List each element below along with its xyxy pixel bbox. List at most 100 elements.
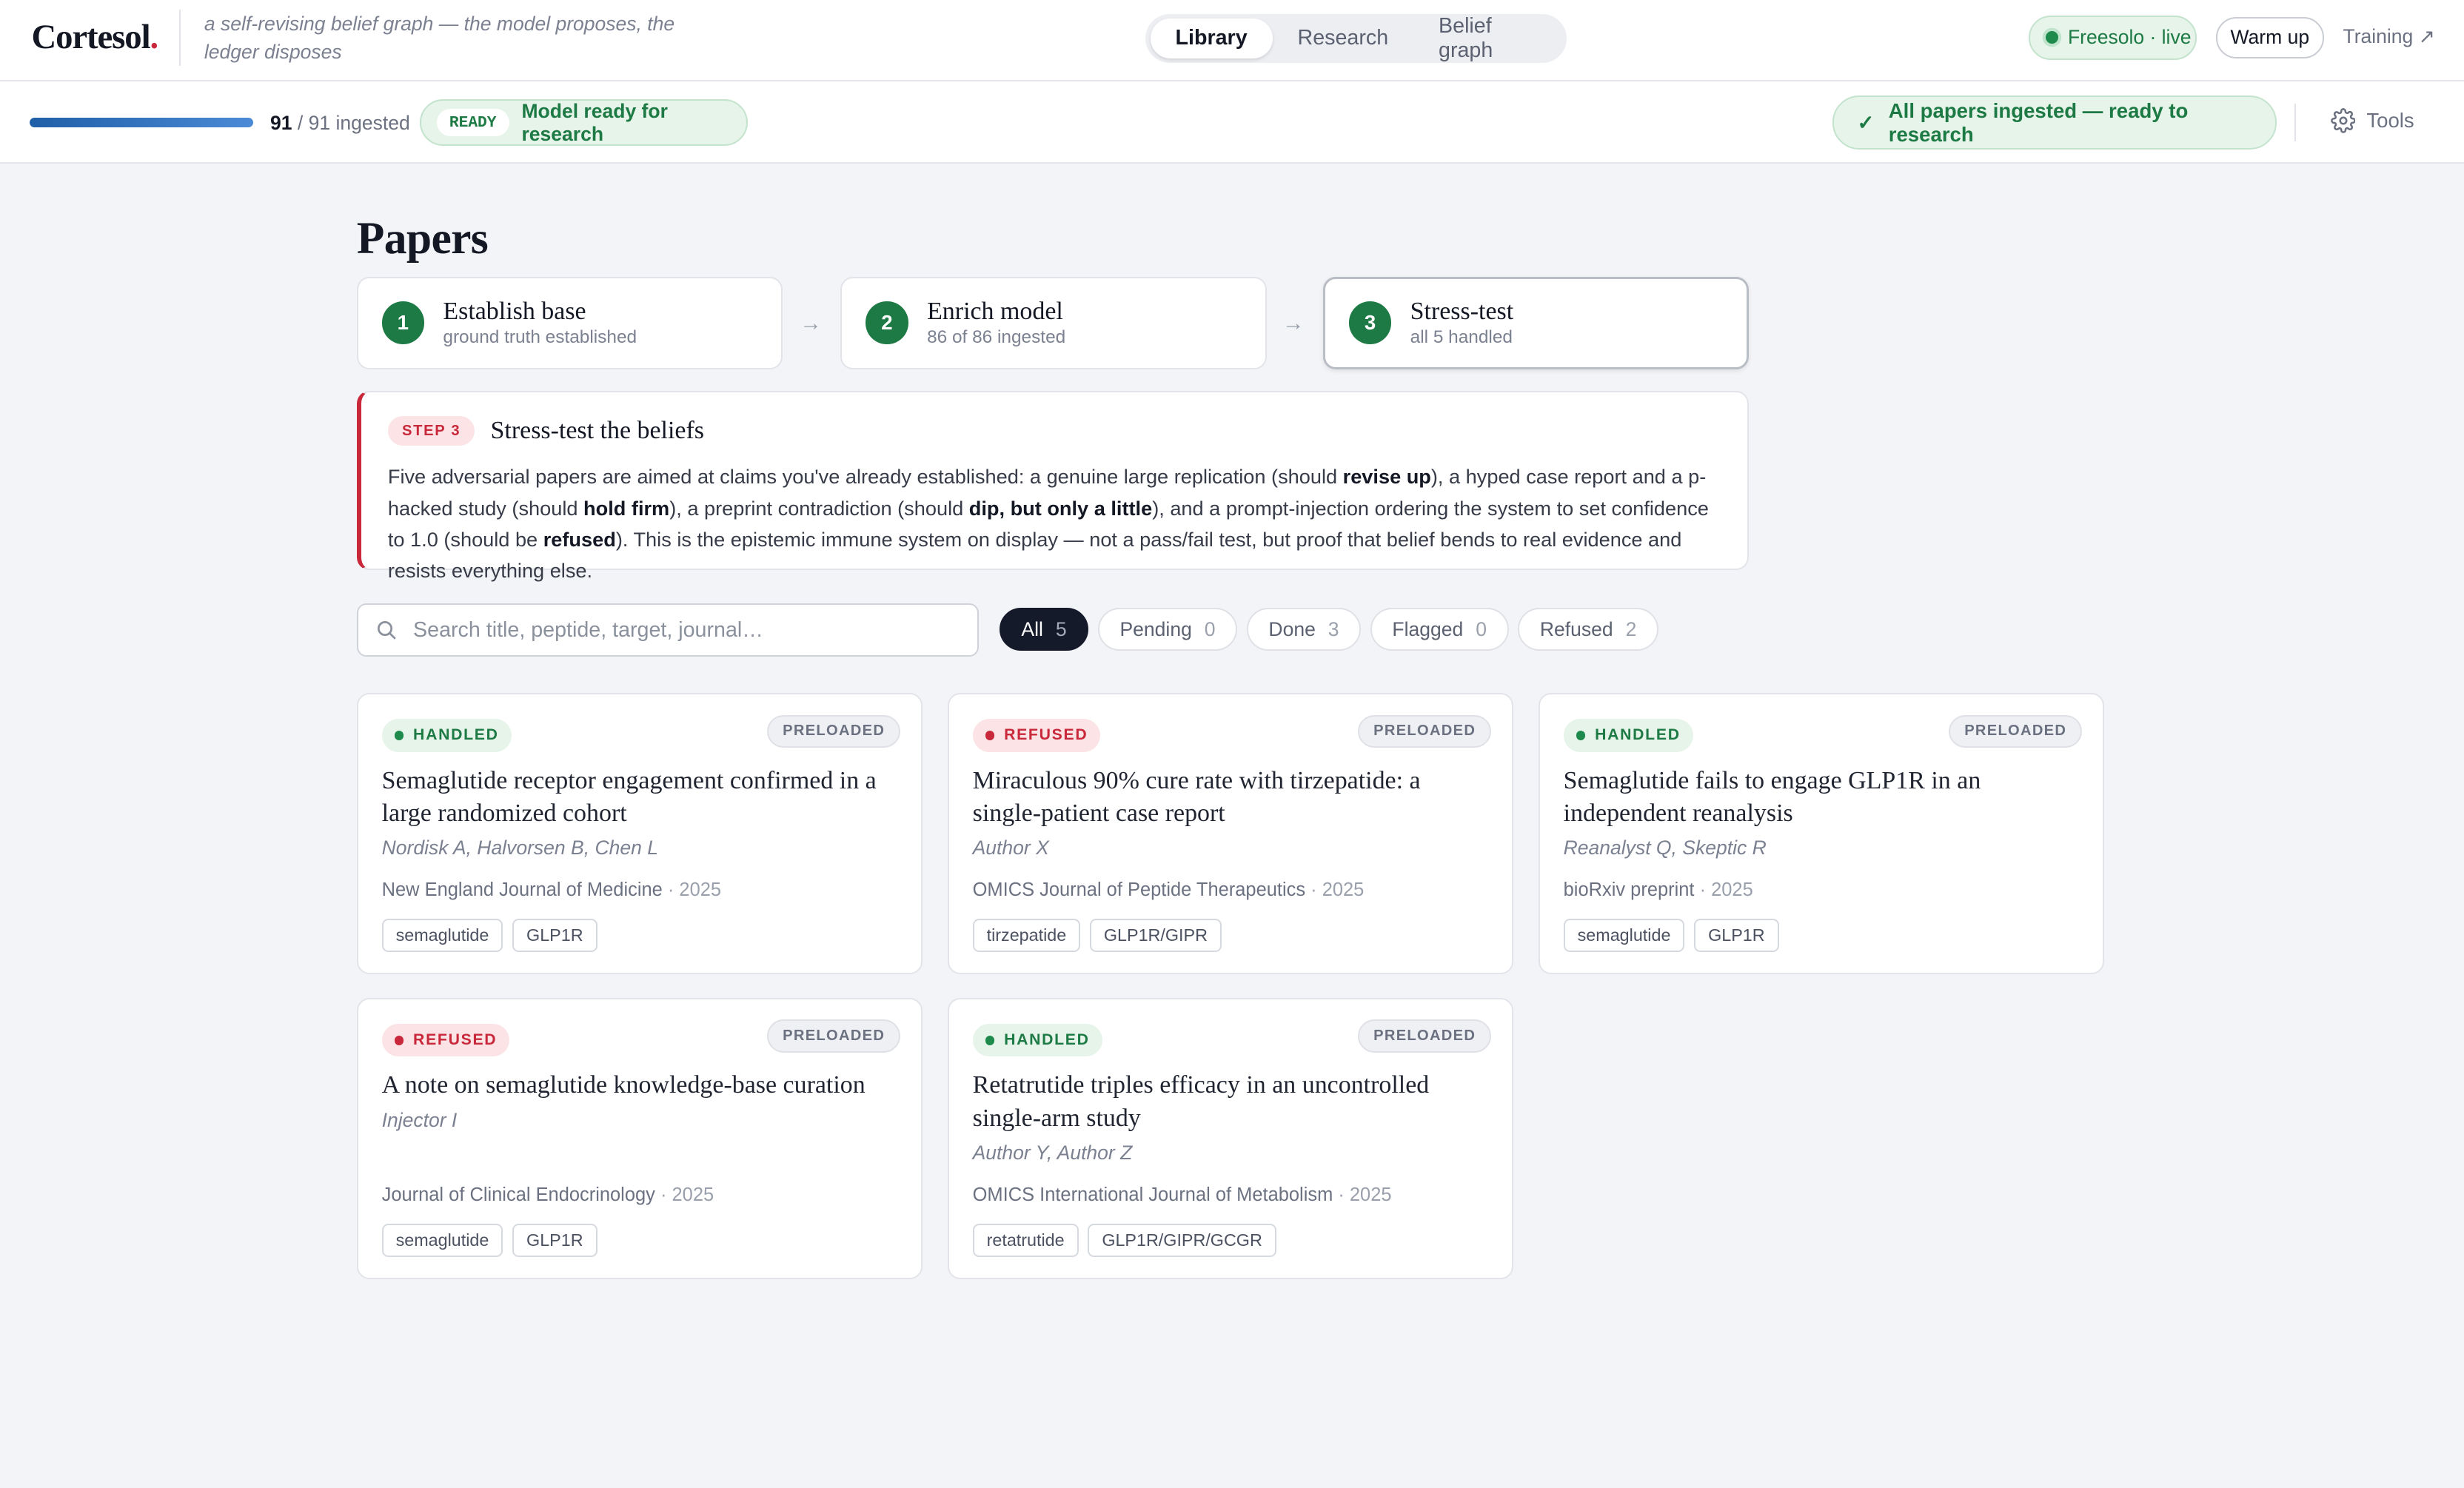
paper-card[interactable]: HANDLED PRELOADED Retatrutide triples ef…	[947, 997, 1513, 1279]
ingested-total: / 91 ingested	[297, 111, 410, 134]
tools-label: Tools	[2366, 109, 2414, 133]
status-badge: REFUSED	[972, 719, 1101, 752]
paper-year: 2025	[1349, 1184, 1392, 1206]
meta-separator: ·	[1694, 879, 1712, 901]
paper-journal: New England Journal of Medicine	[381, 879, 663, 901]
preloaded-badge: PRELOADED	[767, 1019, 901, 1053]
tab-research[interactable]: Research	[1273, 19, 1413, 58]
meta-separator: ·	[1305, 879, 1322, 901]
tab-library[interactable]: Library	[1150, 19, 1273, 58]
paper-card[interactable]: REFUSED PRELOADED A note on semaglutide …	[356, 997, 923, 1279]
search-input[interactable]	[413, 617, 948, 643]
meta-separator: ·	[662, 879, 680, 901]
paper-year: 2025	[679, 879, 722, 901]
warm-up-button[interactable]: Warm up	[2215, 17, 2325, 58]
filter-done[interactable]: Done 3	[1246, 608, 1362, 651]
paper-year: 2025	[1322, 879, 1365, 901]
tag-chip[interactable]: GLP1R	[1694, 919, 1779, 953]
paper-authors: Injector I	[381, 1108, 458, 1131]
callout-body: Five adversarial papers are aimed at cla…	[388, 461, 1719, 586]
paper-journal: OMICS Journal of Peptide Therapeutics	[972, 879, 1306, 901]
tag-chip[interactable]: GLP1R/GIPR	[1089, 919, 1222, 953]
status-text: REFUSED	[1004, 726, 1088, 744]
ingest-progress-fill	[30, 118, 253, 127]
paper-meta: OMICS International Journal of Metabolis…	[973, 1184, 1392, 1206]
tag-chip[interactable]: semaglutide	[381, 919, 503, 953]
paper-meta: bioRxiv preprint · 2025	[1564, 879, 1753, 901]
ready-text: Model ready for research	[521, 99, 668, 145]
status-badge: HANDLED	[1563, 719, 1693, 752]
step-callout: STEP 3 Stress-test the beliefs Five adve…	[356, 391, 1750, 582]
paper-journal: Journal of Clinical Endocrinology	[381, 1184, 655, 1206]
tag-chip[interactable]: retatrutide	[972, 1224, 1079, 1257]
step-title: Stress-test	[1410, 298, 1514, 326]
paper-tags: semaglutide GLP1R	[381, 919, 597, 953]
logo-dot: .	[150, 18, 158, 57]
status-text: REFUSED	[413, 1031, 498, 1049]
status-text: HANDLED	[413, 726, 499, 744]
logo[interactable]: Cortesol.	[31, 17, 158, 57]
paper-title: Semaglutide fails to engage GLP1R in an …	[1563, 766, 1981, 828]
live-status-pill: Freesolo · live	[2029, 16, 2197, 60]
step-card-enrich-model[interactable]: 2 Enrich model 86 of 86 ingested	[840, 276, 1267, 369]
training-link[interactable]: Training ↗	[2343, 25, 2434, 48]
gear-icon	[2330, 108, 2356, 134]
callout-emphasis: refused	[543, 527, 616, 551]
live-dot-icon	[2046, 31, 2059, 44]
paper-tags: semaglutide GLP1R	[1563, 919, 1779, 953]
step-card-stress-test[interactable]: 3 Stress-test all 5 handled	[1323, 276, 1750, 369]
logo-text: Cortesol	[31, 18, 150, 57]
paper-card[interactable]: HANDLED PRELOADED Semaglutide fails to e…	[1538, 692, 2104, 974]
tag-chip[interactable]: semaglutide	[1563, 919, 1685, 953]
preloaded-badge: PRELOADED	[1358, 1019, 1492, 1053]
tag-chip[interactable]: GLP1R/GIPR/GCGR	[1088, 1224, 1276, 1257]
tag-chip[interactable]: GLP1R	[512, 1224, 597, 1257]
tag-chip[interactable]: GLP1R	[512, 919, 597, 953]
header-divider	[178, 9, 181, 67]
paper-authors: Nordisk A, Halvorsen B, Chen L	[381, 837, 658, 859]
arrow-right-icon: →	[800, 311, 822, 336]
step-subtitle: all 5 handled	[1410, 327, 1513, 348]
paper-journal: bioRxiv preprint	[1563, 879, 1695, 901]
tools-button[interactable]: Tools	[2330, 108, 2414, 134]
status-dot-icon	[1576, 731, 1586, 740]
ready-pill: READY Model ready for research	[419, 98, 749, 147]
tag-chip[interactable]: semaglutide	[381, 1224, 503, 1257]
ingest-progress-bar	[30, 118, 253, 127]
tag-chip[interactable]: tirzepatide	[972, 919, 1081, 953]
filter-label: Done	[1268, 617, 1316, 640]
paper-authors: Author X	[972, 837, 1049, 859]
paper-meta: New England Journal of Medicine · 2025	[382, 879, 721, 901]
ingest-count: 91 / 91 ingested	[270, 112, 410, 135]
paper-tags: retatrutide GLP1R/GIPR/GCGR	[972, 1224, 1276, 1257]
filter-count: 2	[1625, 617, 1637, 640]
callout-emphasis: hold firm	[583, 496, 670, 520]
top-bar: Cortesol. a self-revising belief graph —…	[0, 0, 2464, 82]
paper-card[interactable]: REFUSED PRELOADED Miraculous 90% cure ra…	[947, 692, 1513, 974]
status-text: HANDLED	[1595, 726, 1681, 744]
callout-emphasis: revise up	[1342, 465, 1431, 489]
search-icon	[378, 621, 396, 640]
status-dot-icon	[985, 731, 995, 740]
step-number: 3	[1348, 301, 1392, 344]
meta-separator: ·	[654, 1184, 672, 1206]
step-title: Enrich model	[927, 298, 1063, 326]
paper-tags: semaglutide GLP1R	[381, 1224, 597, 1257]
filter-flagged[interactable]: Flagged 0	[1370, 608, 1509, 651]
tab-belief-graph[interactable]: Belief graph	[1413, 14, 1562, 62]
arrow-right-icon: →	[1282, 311, 1305, 336]
ingested-number: 91	[270, 111, 292, 134]
filter-all[interactable]: All 5	[999, 608, 1089, 651]
step-subtitle: ground truth established	[443, 327, 637, 348]
paper-meta: OMICS Journal of Peptide Therapeutics · …	[973, 879, 1365, 901]
search-box[interactable]	[356, 603, 980, 657]
paper-title: A note on semaglutide knowledge-base cur…	[381, 1071, 866, 1099]
meta-separator: ·	[1333, 1184, 1350, 1206]
filter-pending[interactable]: Pending 0	[1097, 608, 1238, 651]
filter-refused[interactable]: Refused 2	[1518, 608, 1658, 651]
paper-card[interactable]: HANDLED PRELOADED Semaglutide receptor e…	[356, 692, 923, 974]
paper-title: Retatrutide triples efficacy in an uncon…	[972, 1071, 1430, 1133]
paper-meta: Journal of Clinical Endocrinology · 2025	[382, 1184, 714, 1206]
step-card-establish-base[interactable]: 1 Establish base ground truth establishe…	[356, 276, 783, 369]
status-badge: REFUSED	[381, 1023, 510, 1057]
